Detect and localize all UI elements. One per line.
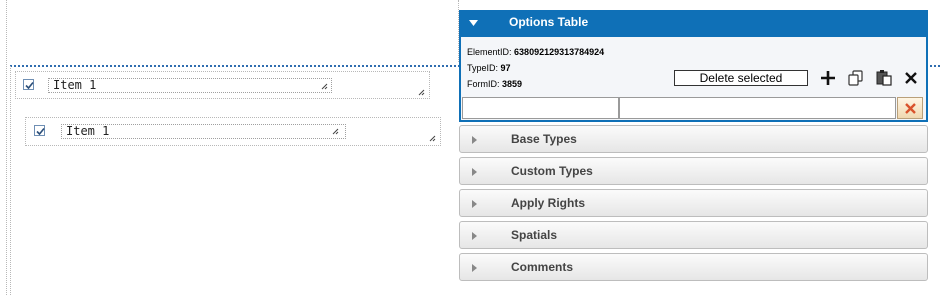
clear-icon: [905, 103, 916, 114]
item-text-field[interactable]: Item 1: [61, 124, 346, 139]
list-item[interactable]: Item 1: [15, 71, 430, 99]
expand-triangle-icon: [472, 136, 477, 144]
collapse-triangle-icon: [469, 20, 478, 26]
paste-icon[interactable]: [875, 69, 893, 87]
resize-grip-icon[interactable]: [429, 135, 436, 142]
resize-grip-icon[interactable]: [332, 128, 339, 135]
add-icon[interactable]: [819, 69, 837, 87]
section-label: Custom Types: [511, 164, 593, 178]
expand-triangle-icon: [472, 232, 477, 240]
item-text-field[interactable]: Item 1: [48, 78, 332, 93]
section-label: Base Types: [511, 132, 577, 146]
section-custom-types[interactable]: Custom Types: [459, 157, 928, 185]
copy-icon[interactable]: [847, 69, 865, 87]
form-id-line: FormID: 3859: [467, 79, 523, 89]
delete-selected-button[interactable]: Delete selected: [674, 70, 808, 86]
section-label: Apply Rights: [511, 196, 585, 210]
expand-triangle-icon: [472, 168, 477, 176]
section-spatials[interactable]: Spatials: [459, 221, 928, 249]
resize-grip-icon[interactable]: [418, 89, 425, 96]
filter-input[interactable]: [619, 97, 896, 119]
section-base-types[interactable]: Base Types: [459, 125, 928, 153]
drop-zone-left: [10, 66, 11, 295]
item-checkbox[interactable]: [34, 125, 45, 136]
filter-input[interactable]: [462, 97, 619, 119]
close-icon[interactable]: [902, 69, 920, 87]
item-checkbox[interactable]: [23, 79, 34, 90]
section-label: Spatials: [511, 228, 558, 242]
resize-grip-icon[interactable]: [321, 83, 328, 90]
options-table-body: ElementID: 638092129313784924 TypeID: 97…: [459, 37, 928, 122]
options-table-title: Options Table: [509, 15, 589, 29]
expand-triangle-icon: [472, 264, 477, 272]
section-label: Comments: [511, 260, 574, 274]
clear-filter-button[interactable]: [897, 97, 923, 119]
section-apply-rights[interactable]: Apply Rights: [459, 189, 928, 217]
list-item[interactable]: Item 1: [25, 117, 441, 146]
options-table-header[interactable]: Options Table: [459, 10, 928, 37]
expand-triangle-icon: [472, 200, 477, 208]
section-comments[interactable]: Comments: [459, 253, 928, 281]
type-id-line: TypeID: 97: [467, 63, 511, 73]
layout-guide-left: [6, 0, 7, 295]
element-id-line: ElementID: 638092129313784924: [467, 47, 605, 57]
